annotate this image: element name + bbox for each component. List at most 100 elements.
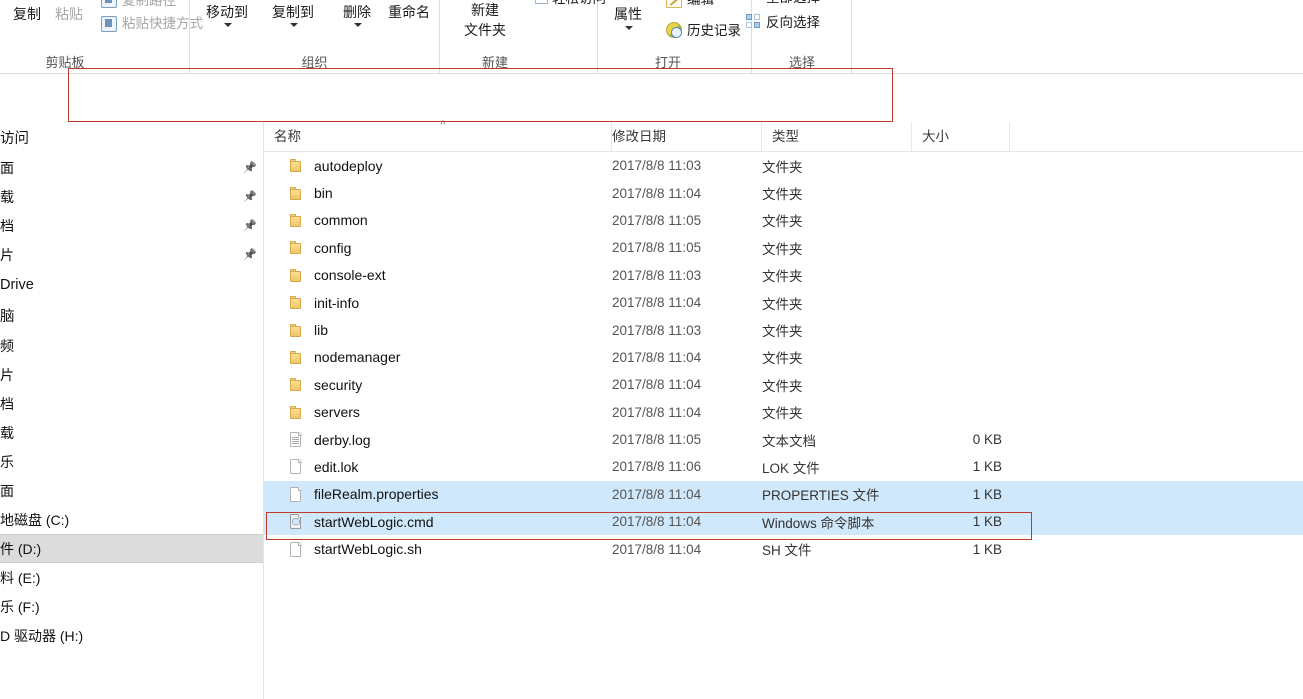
folder-icon [288,295,304,310]
sidebar-item-13[interactable]: 地磁盘 (C:) [0,505,263,534]
file-name-label: edit.lok [314,458,359,475]
ribbon-button-invert-selection[interactable]: 反向选择 [766,15,820,31]
table-row[interactable]: autodeploy 2017/8/8 11:03 文件夹 [264,152,1303,179]
sidebar-item-12[interactable]: 面 [0,476,263,505]
file-name-cell[interactable]: config [288,240,351,256]
file-date-cell: 2017/8/8 11:05 [612,432,702,448]
file-type-cell: 文本文档 [762,433,816,449]
file-name-cell[interactable]: security [288,377,362,393]
address-bar-row: ⌄ ↑ ›此电脑›软件 (D:)›OracleWeblogic12›user_p… [0,74,1303,186]
ribbon-group-label-open: 打开 [654,55,681,70]
sidebar-item-1[interactable]: 面 📌 [0,153,263,182]
sidebar-item-label: 件 (D:) [0,540,42,557]
ribbon-button-move-to[interactable]: 移动到 [194,4,260,20]
file-type-cell: 文件夹 [762,296,803,312]
move-to-caret-icon[interactable] [224,23,232,27]
ribbon-button-properties[interactable]: 属性 [606,6,650,22]
table-row[interactable]: common 2017/8/8 11:05 文件夹 [264,207,1303,234]
column-header-name[interactable]: 名称 [264,122,612,152]
ribbon-button-new-folder[interactable]: 新建 [440,2,530,18]
sidebar-item-8[interactable]: 片 [0,360,263,389]
file-type-cell: 文件夹 [762,324,803,340]
file-name-cell[interactable]: init-info [288,295,359,311]
file-type-cell: 文件夹 [762,378,803,394]
sidebar-item-6[interactable]: 脑 [0,300,263,331]
file-name-cell[interactable]: servers [288,404,360,420]
file-name-cell[interactable]: fileRealm.properties [288,486,439,502]
file-name-label: nodemanager [314,349,401,366]
pin-icon[interactable]: 📌 [243,191,257,203]
sidebar-item-16[interactable]: 乐 (F:) [0,592,263,621]
file-rows: autodeploy 2017/8/8 11:03 文件夹 bin 2017/8/8 1… [264,152,1303,563]
file-name-cell[interactable]: autodeploy [288,158,383,174]
file-explorer-window: 复制 粘贴 复制路径 粘贴快捷方式 剪贴板 移动到 复制到 删除 重命名 组织 … [0,0,1303,699]
sidebar-item-5[interactable]: Drive [0,269,263,300]
file-name-cell[interactable]: derby.log [288,432,371,448]
file-name-cell[interactable]: edit.lok [288,459,358,475]
table-row[interactable]: startWebLogic.cmd 2017/8/8 11:04 Windows 命… [264,508,1303,536]
file-date-cell: 2017/8/8 11:04 [612,185,702,201]
column-header-date[interactable]: 修改日期 [602,122,762,152]
sidebar-item-11[interactable]: 乐 [0,447,263,476]
ribbon-button-edit[interactable]: 编辑 [687,0,714,8]
sidebar-item-17[interactable]: D 驱动器 (H:) [0,621,263,650]
ribbon-button-copy-to[interactable]: 复制到 [260,4,326,20]
sidebar-item-10[interactable]: 载 [0,418,263,447]
properties-caret-icon[interactable] [625,26,633,30]
file-name-cell[interactable]: startWebLogic.sh [288,541,422,557]
ribbon-button-select-all[interactable]: 全部选择 [766,0,820,6]
ribbon-group-clipboard: 复制 粘贴 复制路径 粘贴快捷方式 剪贴板 [0,0,203,74]
table-row[interactable]: config 2017/8/8 11:05 文件夹 [264,234,1303,261]
sidebar-item-7[interactable]: 频 [0,331,263,360]
file-name-cell[interactable]: nodemanager [288,349,400,365]
file-name-label: common [314,212,368,229]
sidebar-item-0[interactable]: 访问 [0,122,263,153]
table-row[interactable]: derby.log 2017/8/8 11:05 文本文档 0 KB [264,426,1303,453]
delete-caret-icon[interactable] [354,23,362,27]
table-row[interactable]: startWebLogic.sh 2017/8/8 11:04 SH 文件 1 KB [264,535,1303,562]
file-name-cell[interactable]: lib [288,322,328,338]
pin-icon[interactable]: 📌 [243,162,257,174]
file-type-cell: 文件夹 [762,351,803,367]
ribbon-button-paste[interactable]: 粘贴 [46,6,92,22]
sidebar-item-label: 访问 [0,131,29,147]
table-row[interactable]: init-info 2017/8/8 11:04 文件夹 [264,289,1303,316]
table-row[interactable]: nodemanager 2017/8/8 11:04 文件夹 [264,344,1303,371]
folder-icon [288,186,304,201]
file-name-cell[interactable]: startWebLogic.cmd [288,514,434,530]
column-header-size[interactable]: 大小 [912,122,1010,152]
table-row[interactable]: servers 2017/8/8 11:04 文件夹 [264,399,1303,426]
ribbon-group-select: 全部选择 反向选择 选择 [746,0,852,74]
table-row[interactable]: security 2017/8/8 11:04 文件夹 [264,371,1303,398]
edit-icon [666,0,682,8]
folder-icon [288,240,304,255]
ribbon-button-history[interactable]: 历史记录 [687,23,741,39]
sidebar-item-3[interactable]: 档 📌 [0,211,263,240]
sidebar-item-14[interactable]: 件 (D:) [0,534,263,563]
table-row[interactable]: bin 2017/8/8 11:04 文件夹 [264,179,1303,206]
sidebar-item-2[interactable]: 载 📌 [0,182,263,211]
pin-icon[interactable]: 📌 [243,249,257,261]
file-type-cell: Windows 命令脚本 [762,515,875,531]
column-header-type[interactable]: 类型 [762,122,912,152]
text-file-icon [288,432,304,448]
file-name-cell[interactable]: console-ext [288,267,386,283]
sidebar-item-9[interactable]: 档 [0,389,263,418]
ribbon-button-new-folder-line2[interactable]: 文件夹 [440,22,530,38]
folder-icon [288,350,304,365]
copy-to-caret-icon[interactable] [290,23,298,27]
table-row[interactable]: edit.lok 2017/8/8 11:06 LOK 文件 1 KB [264,453,1303,480]
ribbon-button-rename[interactable]: 重命名 [380,4,438,20]
navigation-sidebar[interactable]: 访问面 📌 载 📌 档 📌 片 📌 Drive 脑频片档载乐面地磁盘 (C:) 件 (D:) 料 (E… [0,122,264,699]
file-name-cell[interactable]: bin [288,185,333,201]
table-row[interactable]: lib 2017/8/8 11:03 文件夹 [264,316,1303,343]
table-row[interactable]: fileRealm.properties 2017/8/8 11:04 PROPER… [264,480,1303,509]
ribbon-button-copy[interactable]: 复制 [4,6,50,22]
sidebar-item-4[interactable]: 片 📌 [0,240,263,269]
table-row[interactable]: console-ext 2017/8/8 11:03 文件夹 [264,262,1303,289]
sidebar-item-15[interactable]: 料 (E:) [0,563,263,592]
ribbon-button-copy-path[interactable]: 复制路径 [122,0,176,9]
ribbon-button-delete[interactable]: 删除 [334,4,380,20]
file-name-cell[interactable]: common [288,212,368,228]
pin-icon[interactable]: 📌 [243,220,257,232]
